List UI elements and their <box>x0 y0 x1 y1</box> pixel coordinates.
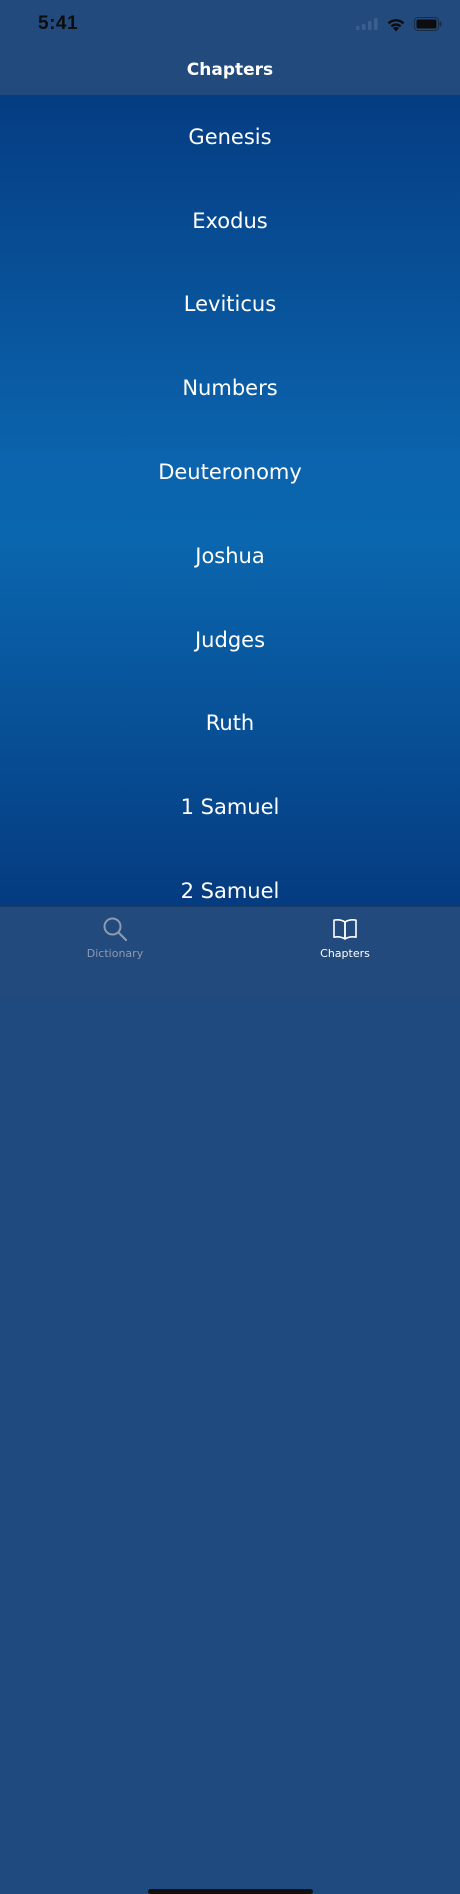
status-time: 5:41 <box>38 13 79 34</box>
chapter-list-view[interactable]: Genesis Exodus Leviticus Numbers Deutero… <box>0 95 460 906</box>
chapter-item-deuteronomy[interactable]: Deuteronomy <box>0 430 460 514</box>
navigation-bar: Chapters <box>0 48 460 95</box>
chapter-item-judges[interactable]: Judges <box>0 598 460 682</box>
chapter-item-joshua[interactable]: Joshua <box>0 514 460 598</box>
tab-label-chapters: Chapters <box>320 947 370 960</box>
chapter-list: Genesis Exodus Leviticus Numbers Deutero… <box>0 95 460 906</box>
chapter-item-exodus[interactable]: Exodus <box>0 179 460 263</box>
page-title: Chapters <box>186 59 274 80</box>
tab-label-dictionary: Dictionary <box>86 947 144 960</box>
chapter-item-genesis[interactable]: Genesis <box>0 95 460 179</box>
search-icon <box>103 917 128 942</box>
tab-chapters[interactable]: Chapters <box>230 915 460 967</box>
chapter-item-2-samuel[interactable]: 2 Samuel <box>0 849 460 906</box>
chapter-item-leviticus[interactable]: Leviticus <box>0 263 460 347</box>
tab-bar: Dictionary Chapters <box>0 906 460 1894</box>
status-icons <box>356 14 442 34</box>
book-icon <box>333 919 357 940</box>
chapter-item-numbers[interactable]: Numbers <box>0 346 460 430</box>
home-indicator[interactable] <box>148 1889 313 1894</box>
chapter-item-1-samuel[interactable]: 1 Samuel <box>0 765 460 849</box>
battery-icon <box>414 17 442 31</box>
status-bar: 5:41 <box>0 0 460 48</box>
tab-dictionary[interactable]: Dictionary <box>0 915 230 967</box>
wifi-icon <box>387 18 405 31</box>
chapter-item-ruth[interactable]: Ruth <box>0 682 460 766</box>
signal-icon <box>356 18 378 30</box>
